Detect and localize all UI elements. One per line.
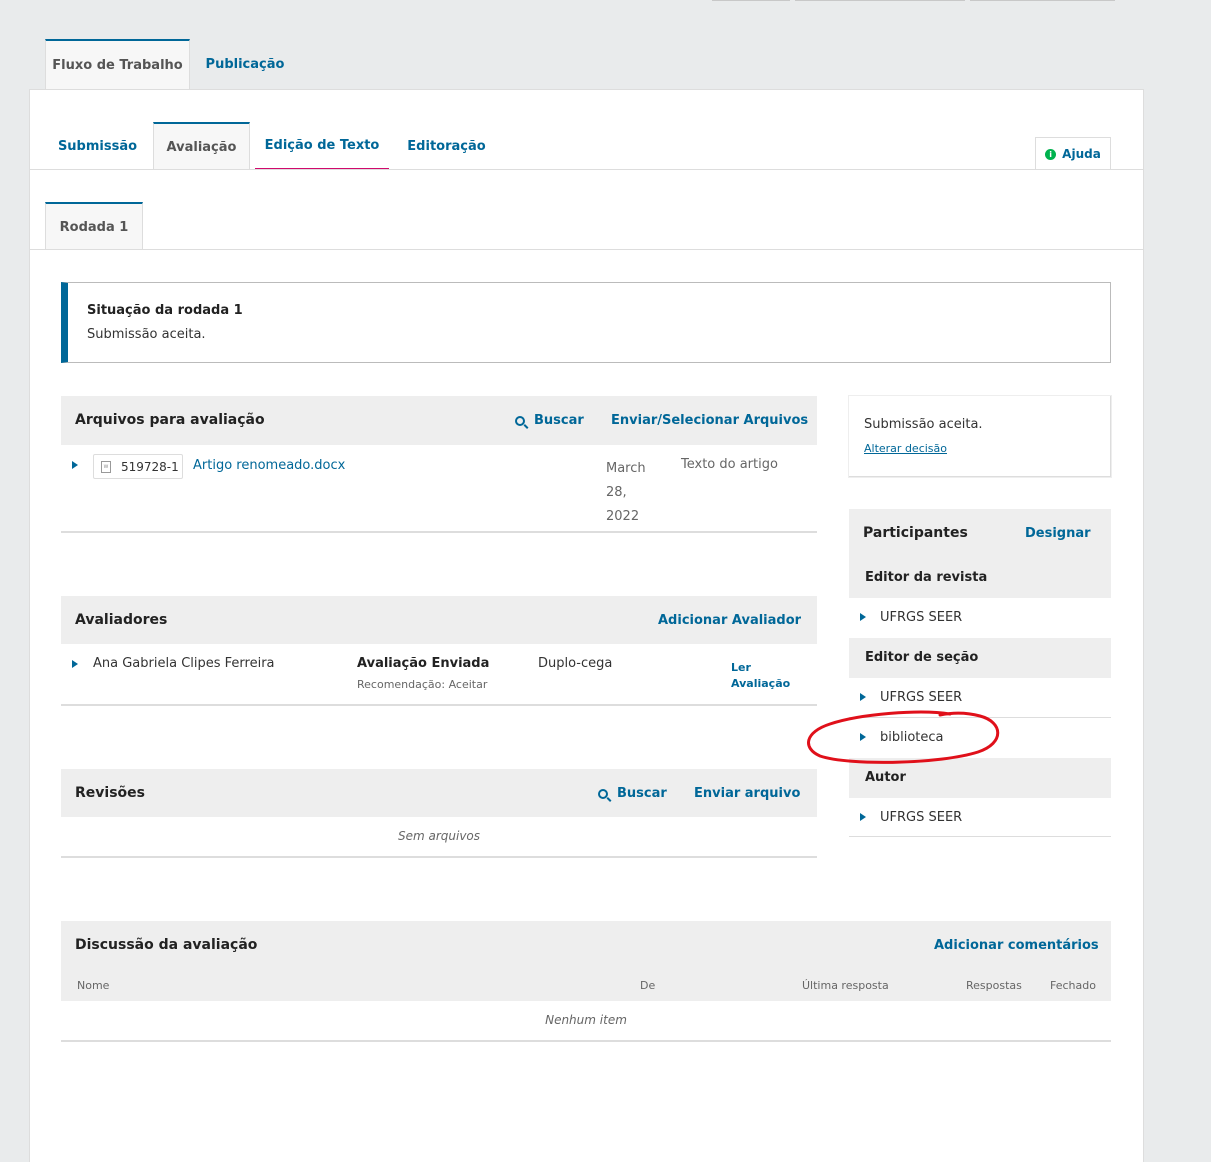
- top-control: [795, 0, 965, 1]
- tab-round-1[interactable]: Rodada 1: [45, 202, 143, 250]
- participant-row[interactable]: UFRGS SEER: [849, 798, 1111, 837]
- annotation-circle: [807, 710, 1000, 764]
- discussion-body: Nenhum item: [61, 1001, 1111, 1041]
- search-icon: [515, 415, 529, 429]
- expand-row-icon[interactable]: [72, 660, 78, 668]
- expand-row-icon[interactable]: [860, 693, 866, 701]
- tab-label: Publicação: [205, 57, 285, 72]
- round-status-notice: Situação da rodada 1 Submissão aceita.: [61, 282, 1111, 363]
- expand-row-icon[interactable]: [860, 613, 866, 621]
- file-date: March 28, 2022: [606, 457, 646, 529]
- top-control: [712, 0, 790, 1]
- file-type: Texto do artigo: [681, 457, 778, 472]
- participant-name: UFRGS SEER: [880, 810, 963, 825]
- decision-box: Submissão aceita. Alterar decisão: [849, 396, 1111, 477]
- column-header-closed: Fechado: [1050, 979, 1096, 992]
- column-header-name: Nome: [77, 979, 110, 992]
- file-date-line: March: [606, 461, 646, 476]
- round-status-title: Situação da rodada 1: [87, 303, 243, 318]
- role-heading: Editor de seção: [865, 650, 979, 665]
- expand-row-icon[interactable]: [72, 461, 78, 469]
- round-status-text: Submissão aceita.: [87, 327, 206, 342]
- review-files-title: Arquivos para avaliação: [75, 412, 265, 428]
- tab-production[interactable]: Editoração: [395, 122, 498, 170]
- participants-title: Participantes: [863, 525, 968, 541]
- revisions-header: Revisões Buscar Enviar arquivo: [61, 769, 817, 817]
- file-date-line: 28,: [606, 485, 627, 500]
- tab-label: Fluxo de Trabalho: [52, 58, 183, 73]
- tab-copyediting[interactable]: Edição de Texto: [255, 122, 389, 170]
- reviewer-name: Ana Gabriela Clipes Ferreira: [93, 656, 275, 671]
- revisions-title: Revisões: [75, 785, 145, 801]
- search-label: Buscar: [534, 413, 584, 428]
- add-comment-button[interactable]: Adicionar comentários: [934, 938, 1099, 953]
- role-heading: Editor da revista: [865, 570, 988, 585]
- tab-review[interactable]: Avaliação: [153, 122, 250, 170]
- search-label: Buscar: [617, 786, 667, 801]
- info-icon: i: [1045, 148, 1057, 160]
- column-header-replies: Respostas: [966, 979, 1022, 992]
- top-control: [970, 0, 1115, 1]
- participant-row[interactable]: UFRGS SEER: [849, 598, 1111, 638]
- decision-text: Submissão aceita.: [864, 417, 983, 432]
- discussion-title: Discussão da avaliação: [75, 937, 258, 953]
- column-header-from: De: [640, 979, 656, 992]
- review-files-search-button[interactable]: Buscar: [515, 413, 584, 429]
- round-divider: [30, 249, 1143, 250]
- role-heading: Autor: [865, 770, 906, 785]
- tabs-divider: [30, 169, 1143, 170]
- file-id: 519728-1: [121, 459, 179, 474]
- empty-message: Nenhum item: [545, 1013, 627, 1027]
- tab-label: Editoração: [407, 138, 486, 154]
- tab-label: Rodada 1: [59, 219, 129, 235]
- reviewers-title: Avaliadores: [75, 612, 168, 628]
- review-files-body: w 519728-1 Artigo renomeado.docx March 2…: [61, 445, 817, 532]
- tab-label: Edição de Texto: [264, 137, 380, 153]
- help-button[interactable]: i Ajuda: [1035, 137, 1111, 170]
- column-header-last-reply: Última resposta: [802, 979, 889, 992]
- word-file-icon: w: [101, 460, 111, 473]
- tab-submission[interactable]: Submissão: [45, 122, 150, 170]
- review-recommendation: Recomendação: Aceitar: [357, 678, 488, 691]
- file-date-line: 2022: [606, 509, 640, 524]
- reviewers-body: Ana Gabriela Clipes Ferreira Avaliação E…: [61, 644, 817, 705]
- revisions-body: Sem arquivos: [61, 817, 817, 857]
- help-label: Ajuda: [1062, 147, 1101, 161]
- review-files-header: Arquivos para avaliação Buscar Enviar/Se…: [61, 396, 817, 445]
- file-name-link[interactable]: Artigo renomeado.docx: [193, 458, 345, 473]
- upload-select-files-button[interactable]: Enviar/Selecionar Arquivos: [611, 413, 808, 428]
- empty-message: Sem arquivos: [397, 829, 481, 843]
- read-review-label: Avaliação: [731, 677, 791, 690]
- read-review-label: Ler: [731, 661, 751, 674]
- discussion-header: Discussão da avaliação Adicionar comentá…: [61, 921, 1111, 1001]
- file-id-badge: w 519728-1: [93, 454, 183, 479]
- participants-panel: Participantes Designar Editor da revista…: [849, 509, 1111, 837]
- change-decision-link[interactable]: Alterar decisão: [864, 442, 947, 455]
- upload-revision-button[interactable]: Enviar arquivo: [694, 786, 800, 801]
- participant-name: UFRGS SEER: [880, 610, 963, 625]
- tab-workflow[interactable]: Fluxo de Trabalho: [45, 39, 190, 90]
- revisions-search-button[interactable]: Buscar: [598, 786, 667, 802]
- tab-label: Avaliação: [166, 139, 237, 155]
- assign-participant-button[interactable]: Designar: [1025, 526, 1091, 541]
- expand-row-icon[interactable]: [860, 813, 866, 821]
- tab-publication[interactable]: Publicação: [195, 39, 295, 90]
- participant-name: UFRGS SEER: [880, 690, 963, 705]
- reviewers-header: Avaliadores Adicionar Avaliador: [61, 596, 817, 644]
- add-reviewer-button[interactable]: Adicionar Avaliador: [658, 613, 801, 628]
- read-review-link[interactable]: Ler Avaliação: [731, 660, 790, 692]
- tab-label: Submissão: [57, 138, 138, 154]
- search-icon: [598, 788, 612, 802]
- review-status: Avaliação Enviada: [357, 656, 490, 671]
- review-method: Duplo-cega: [538, 656, 613, 671]
